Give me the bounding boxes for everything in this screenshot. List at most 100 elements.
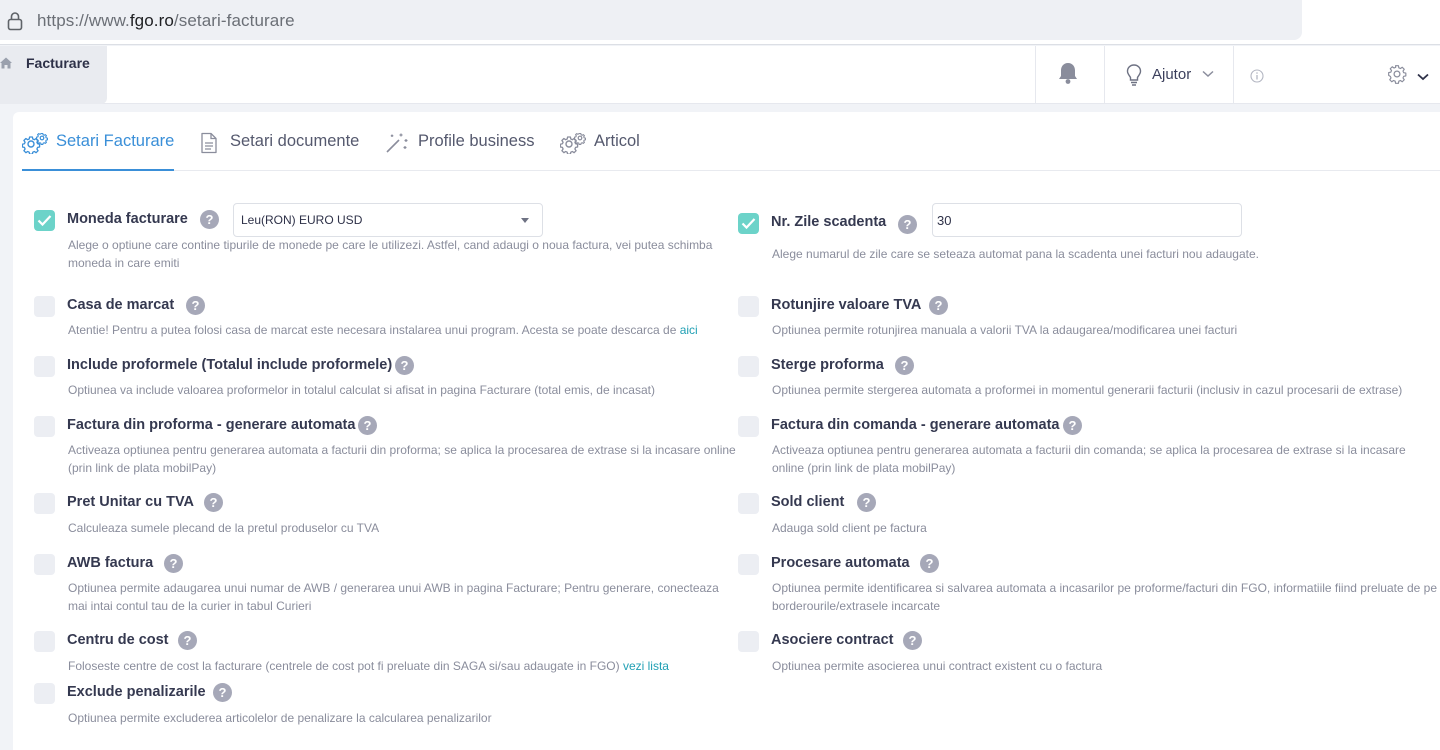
help-question-icon[interactable]: ?: [204, 493, 223, 512]
setting-procesare-automata: Procesare automata ? Optiunea permite id…: [738, 554, 1438, 618]
currency-select[interactable]: Leu(RON) EURO USD: [233, 203, 543, 237]
checkbox-factura-din-proforma[interactable]: [34, 416, 55, 437]
browser-chrome: https://www.fgo.ro/setari-facturare: [0, 0, 1440, 45]
checkbox-sold-client[interactable]: [738, 493, 759, 514]
divider: [1104, 46, 1105, 104]
setting-description: Activeaza optiunea pentru generarea auto…: [68, 443, 736, 475]
setting-casa-de-marcat: Casa de marcat ? Atentie! Pentru a putea…: [34, 296, 734, 340]
address-bar[interactable]: https://www.fgo.ro/setari-facturare: [0, 0, 1302, 40]
setting-description: Activeaza optiunea pentru generarea auto…: [772, 443, 1406, 475]
tab-label: Setari Facturare: [56, 132, 175, 150]
setting-description: Atentie! Pentru a putea folosi casa de m…: [68, 323, 698, 337]
help-question-icon[interactable]: ?: [1063, 416, 1082, 435]
setting-asociere-contract: Asociere contract ? Optiunea permite aso…: [738, 631, 1438, 675]
tab-profile-business[interactable]: Profile business: [384, 132, 534, 171]
tab-label: Profile business: [418, 132, 535, 150]
help-question-icon[interactable]: ?: [395, 356, 414, 375]
help-question-icon[interactable]: ?: [895, 356, 914, 375]
tab-label: Setari documente: [230, 132, 360, 150]
app-title: Facturare: [26, 55, 90, 71]
setting-title: Pret Unitar cu TVA: [67, 494, 195, 510]
help-question-icon[interactable]: ?: [358, 416, 377, 435]
gears-icon: [560, 132, 586, 154]
setting-factura-din-proforma: Factura din proforma - generare automata…: [34, 416, 736, 480]
chevron-down-icon[interactable]: [1417, 73, 1429, 81]
help-question-icon[interactable]: ?: [178, 631, 197, 650]
dropdown-caret-icon: [521, 218, 529, 223]
setting-title: Sterge proforma: [771, 357, 884, 373]
setting-nr-zile-scadenta: Nr. Zile scadenta ? Alege numarul de zil…: [738, 203, 1438, 267]
info-icon[interactable]: [1250, 69, 1264, 83]
help-question-icon[interactable]: ?: [164, 554, 183, 573]
bell-icon[interactable]: [1057, 61, 1079, 85]
tab-label: Articol: [594, 132, 640, 150]
tab-setari-facturare[interactable]: Setari Facturare: [22, 132, 175, 171]
due-days-input[interactable]: [932, 203, 1242, 237]
gears-icon: [22, 132, 48, 154]
setting-description: Optiunea va include valoarea proformelor…: [68, 383, 655, 397]
checkbox-sterge-proforma[interactable]: [738, 356, 759, 377]
chevron-down-icon[interactable]: [1202, 70, 1214, 78]
setting-awb-factura: AWB factura ? Optiunea permite adaugarea…: [34, 554, 734, 618]
setting-description: Optiunea permite stergerea automata a pr…: [772, 383, 1403, 397]
home-icon: [0, 57, 12, 69]
checkbox-asociere-contract[interactable]: [738, 631, 759, 652]
download-link[interactable]: aici: [680, 323, 698, 337]
help-question-icon[interactable]: ?: [857, 493, 876, 512]
setting-title: Factura din proforma - generare automata: [67, 417, 356, 433]
check-icon: [741, 218, 756, 230]
setting-centru-de-cost: Centru de cost ? Foloseste centre de cos…: [34, 631, 734, 675]
help-question-icon[interactable]: ?: [898, 215, 917, 234]
tab-setari-documente[interactable]: Setari documente: [196, 132, 359, 171]
check-icon: [37, 215, 52, 227]
setting-description: Optiunea permite asocierea unui contract…: [772, 659, 1103, 673]
lock-icon: [7, 12, 23, 31]
setting-description: Alege o optiune care contine tipurile de…: [68, 238, 713, 270]
cost-center-list-link[interactable]: vezi lista: [623, 659, 669, 673]
checkbox-casa-de-marcat[interactable]: [34, 296, 55, 317]
setting-description: Optiunea permite excluderea articolelor …: [68, 711, 492, 725]
setting-title: Nr. Zile scadenta: [771, 214, 887, 230]
module-tab-facturare[interactable]: Facturare: [0, 46, 107, 104]
checkbox-procesare-automata[interactable]: [738, 554, 759, 575]
setting-sold-client: Sold client ? Adauga sold client pe fact…: [738, 493, 1438, 537]
help-question-icon[interactable]: ?: [186, 296, 205, 315]
checkbox-rotunjire-tva[interactable]: [738, 296, 759, 317]
setting-title: Exclude penalizarile: [67, 684, 206, 700]
app-header: Facturare Ajutor: [0, 46, 1440, 104]
setting-exclude-penalizarile: Exclude penalizarile ? Optiunea permite …: [34, 683, 734, 727]
setting-sterge-proforma: Sterge proforma ? Optiunea permite sterg…: [738, 356, 1438, 400]
setting-description: Adauga sold client pe factura: [772, 521, 927, 535]
setting-title: Include proformele (Totalul include prof…: [67, 357, 393, 373]
divider: [1035, 46, 1036, 104]
checkbox-include-proformele[interactable]: [34, 356, 55, 377]
help-question-icon[interactable]: ?: [903, 631, 922, 650]
checkbox-exclude-penalizarile[interactable]: [34, 683, 55, 704]
gear-icon[interactable]: [1387, 64, 1407, 84]
help-question-icon[interactable]: ?: [213, 683, 232, 702]
help-question-icon[interactable]: ?: [920, 554, 939, 573]
setting-pret-unitar-cu-tva: Pret Unitar cu TVA ? Calculeaza sumele p…: [34, 493, 734, 537]
help-menu-label[interactable]: Ajutor: [1152, 66, 1191, 83]
setting-title: Moneda facturare: [67, 211, 188, 227]
divider: [1233, 46, 1234, 104]
tab-articol[interactable]: Articol: [560, 132, 640, 171]
checkbox-zile-scadenta[interactable]: [738, 213, 759, 234]
checkbox-factura-din-comanda[interactable]: [738, 416, 759, 437]
checkbox-moneda[interactable]: [34, 210, 55, 231]
settings-tabs: Setari Facturare Setari documente Profil…: [22, 112, 1440, 171]
setting-title: Centru de cost: [67, 632, 169, 648]
setting-description: Optiunea permite adaugarea unui numar de…: [68, 581, 719, 613]
checkbox-centru-de-cost[interactable]: [34, 631, 55, 652]
setting-moneda-facturare: Moneda facturare ? Leu(RON) EURO USD Ale…: [34, 203, 734, 274]
help-question-icon[interactable]: ?: [200, 210, 219, 229]
setting-description: Optiunea permite rotunjirea manuala a va…: [772, 323, 1238, 337]
checkbox-awb-factura[interactable]: [34, 554, 55, 575]
setting-title: Rotunjire valoare TVA: [771, 297, 922, 313]
setting-description: Calculeaza sumele plecand de la pretul p…: [68, 521, 380, 535]
lightbulb-icon[interactable]: [1126, 64, 1142, 86]
help-question-icon[interactable]: ?: [929, 296, 948, 315]
setting-description: Foloseste centre de cost la facturare (c…: [68, 659, 669, 673]
checkbox-pret-unitar[interactable]: [34, 493, 55, 514]
setting-title: Asociere contract: [771, 632, 894, 648]
